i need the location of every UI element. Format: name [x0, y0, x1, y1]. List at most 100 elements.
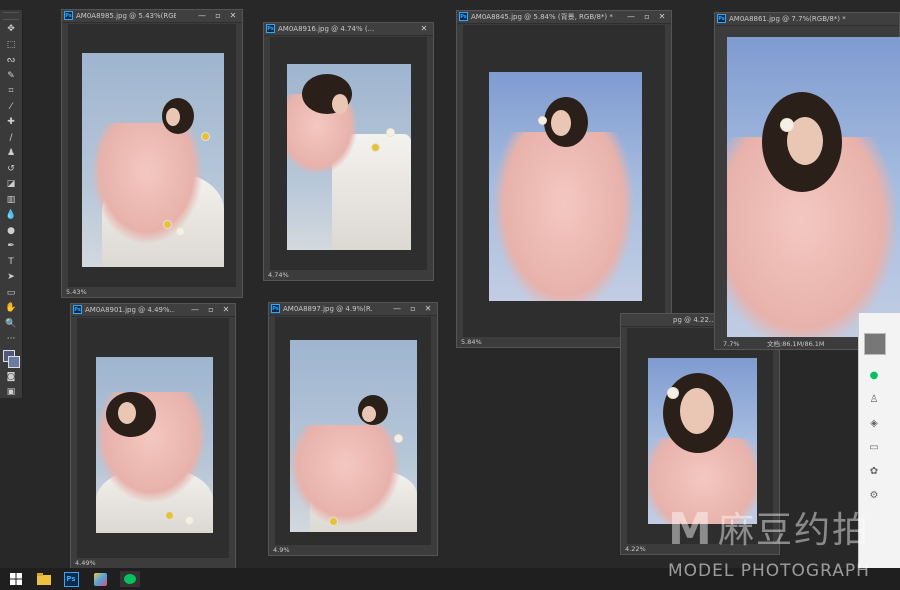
document-title: AM0A8897.jpg @ 4.9%(R... [283, 305, 373, 313]
sunflower [372, 144, 379, 151]
document-size-info: 文档:86.1M/86.1M [767, 340, 825, 348]
file-explorer-icon[interactable] [36, 571, 52, 587]
box-icon[interactable]: ◈ [867, 417, 881, 431]
yellow-flower [166, 512, 173, 519]
color-swatches[interactable] [0, 348, 22, 370]
marquee-tool-icon[interactable]: ⬚ [0, 38, 22, 54]
title-bar[interactable]: Ps AM0A8897.jpg @ 4.9%(R... — ▫ ✕ [269, 303, 437, 316]
pen-tool-icon[interactable]: ✒ [0, 239, 22, 255]
photoshop-doc-icon: Ps [266, 24, 275, 33]
document-window-3[interactable]: Ps AM0A8845.jpg @ 5.84% (背景, RGB/8*) * —… [456, 10, 672, 348]
face [680, 388, 714, 434]
pink-dress [92, 123, 202, 243]
photo-image [290, 340, 417, 532]
close-button[interactable]: ✕ [656, 11, 668, 23]
title-bar[interactable]: Ps AM0A8985.jpg @ 5.43%(RGB/... — ▫ ✕ [62, 10, 242, 23]
shape-tool-icon[interactable]: ▭ [0, 286, 22, 302]
moments-icon[interactable]: ✿ [867, 465, 881, 479]
photoshop-icon[interactable]: Ps [63, 571, 79, 587]
more-tools-icon[interactable]: ··· [0, 332, 22, 348]
hair-flower [539, 117, 546, 124]
eyedropper-tool-icon[interactable]: ⁄ [0, 100, 22, 116]
photoshop-doc-icon: Ps [271, 304, 280, 313]
contacts-icon[interactable]: ♙ [867, 393, 881, 407]
sunflower [202, 133, 209, 140]
close-button[interactable]: ✕ [227, 10, 239, 22]
gradient-tool-icon[interactable]: ▥ [0, 193, 22, 209]
photo-image [727, 37, 900, 337]
photoshop-doc-icon: Ps [459, 12, 468, 21]
folder-icon[interactable]: ▭ [867, 441, 881, 455]
background-color-swatch[interactable] [8, 355, 20, 368]
stamp-tool-icon[interactable]: ♟ [0, 146, 22, 162]
chat-side-panel: ● ♙ ◈ ▭ ✿ ⚙ [858, 313, 900, 568]
pink-dress [494, 132, 634, 301]
maximize-button[interactable]: ▫ [407, 303, 419, 315]
avatar[interactable] [864, 333, 886, 355]
taskbar: Ps [0, 568, 900, 590]
quick-mask-icon[interactable]: ◙ [0, 370, 22, 386]
quick-select-tool-icon[interactable]: ✎ [0, 69, 22, 85]
blur-tool-icon[interactable]: 💧 [0, 208, 22, 224]
crop-tool-icon[interactable]: ⌗ [0, 84, 22, 100]
history-brush-tool-icon[interactable]: ↺ [0, 162, 22, 178]
minimize-button[interactable]: — [391, 303, 403, 315]
yellow-flower [330, 518, 337, 525]
document-window-6[interactable]: Ps AM0A8897.jpg @ 4.9%(R... — ▫ ✕ 4.9% [268, 302, 438, 556]
face [332, 94, 348, 114]
photoshop-doc-icon: Ps [73, 305, 82, 314]
gallery-app-icon[interactable] [92, 571, 108, 587]
title-bar[interactable]: Ps AM0A8916.jpg @ 4.74% (... ✕ [264, 23, 433, 36]
close-button[interactable]: ✕ [422, 303, 434, 315]
yellow-flower [164, 221, 171, 228]
move-tool-icon[interactable]: ✥ [0, 22, 22, 38]
minimize-button[interactable]: — [625, 11, 637, 23]
tools-panel: ✥ ⬚ ᔓ ✎ ⌗ ⁄ ✚ ∕ ♟ ↺ ◪ ▥ 💧 ● ✒ T ➤ ▭ ✋ 🔍 … [0, 10, 23, 398]
document-window-4[interactable]: Ps AM0A8861.jpg @ 7.7%(RGB/8*) * 7.7% 文档… [714, 12, 900, 350]
photo-image [287, 64, 411, 250]
maximize-button[interactable]: ▫ [212, 10, 224, 22]
title-bar[interactable]: Ps AM0A8861.jpg @ 7.7%(RGB/8*) * [715, 13, 899, 26]
close-button[interactable]: ✕ [418, 23, 430, 35]
document-title: AM0A8901.jpg @ 4.49%... [85, 306, 175, 314]
pink-dress [290, 425, 400, 525]
eraser-tool-icon[interactable]: ◪ [0, 177, 22, 193]
face [551, 110, 571, 136]
lasso-tool-icon[interactable]: ᔓ [0, 53, 22, 69]
zoom-level: 5.84% [461, 338, 482, 346]
title-bar[interactable]: Ps AM0A8901.jpg @ 4.49%... — ▫ ✕ [71, 304, 235, 317]
wechat-icon[interactable] [120, 571, 140, 587]
title-bar[interactable]: Ps AM0A8845.jpg @ 5.84% (背景, RGB/8*) * —… [457, 11, 671, 24]
path-select-tool-icon[interactable]: ➤ [0, 270, 22, 286]
zoom-tool-icon[interactable]: 🔍 [0, 317, 22, 333]
document-window-2[interactable]: Ps AM0A8916.jpg @ 4.74% (... ✕ 4.74% [263, 22, 434, 281]
maximize-button[interactable]: ▫ [205, 304, 217, 316]
minimize-button[interactable]: — [189, 304, 201, 316]
windows-start-icon[interactable] [8, 571, 24, 587]
type-tool-icon[interactable]: T [0, 255, 22, 271]
hand-tool-icon[interactable]: ✋ [0, 301, 22, 317]
dodge-tool-icon[interactable]: ● [0, 224, 22, 240]
brush-tool-icon[interactable]: ∕ [0, 131, 22, 147]
photoshop-doc-icon: Ps [717, 14, 726, 23]
white-flower [387, 129, 394, 136]
toolbar-grip[interactable] [3, 12, 19, 20]
hair-flower [781, 119, 793, 131]
document-window-1[interactable]: Ps AM0A8985.jpg @ 5.43%(RGB/... — ▫ ✕ 5.… [61, 9, 243, 298]
zoom-level: 4.22% [625, 545, 646, 553]
minimize-button[interactable]: — [196, 10, 208, 22]
settings-icon[interactable]: ⚙ [867, 489, 881, 503]
face [362, 406, 376, 422]
zoom-level: 4.9% [273, 546, 290, 554]
screen-mode-icon[interactable]: ▣ [0, 385, 22, 401]
photo-image [489, 72, 642, 301]
maximize-button[interactable]: ▫ [641, 11, 653, 23]
hair-flower [668, 388, 678, 398]
healing-tool-icon[interactable]: ✚ [0, 115, 22, 131]
document-title: AM0A8845.jpg @ 5.84% (背景, RGB/8*) * [471, 13, 613, 21]
chat-icon[interactable]: ● [867, 369, 881, 383]
photo-image [82, 53, 224, 267]
photo-image [648, 358, 757, 524]
close-button[interactable]: ✕ [220, 304, 232, 316]
document-window-5[interactable]: Ps AM0A8901.jpg @ 4.49%... — ▫ ✕ 4.49% [70, 303, 236, 569]
